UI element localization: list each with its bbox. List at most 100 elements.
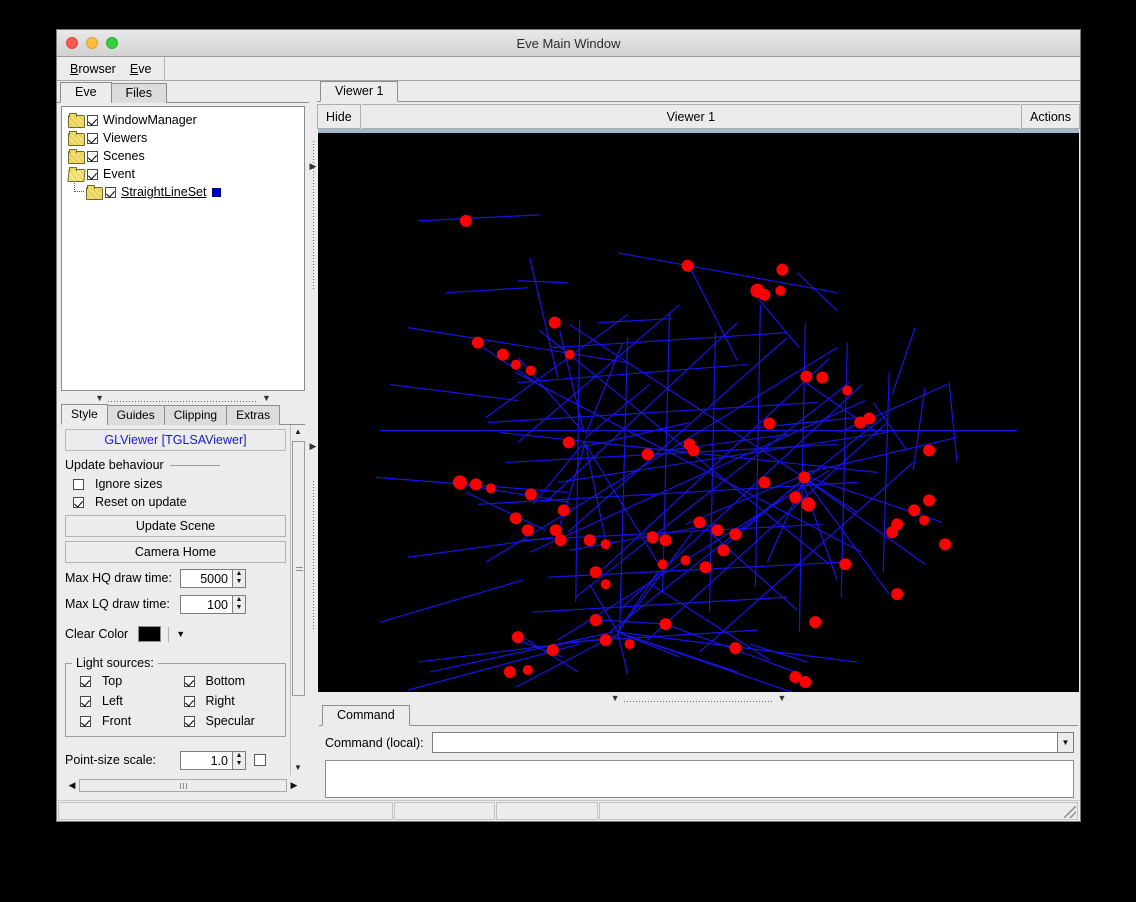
scrollbar-track[interactable] bbox=[292, 439, 305, 761]
close-button-icon[interactable] bbox=[66, 37, 78, 49]
folder-icon bbox=[86, 186, 101, 198]
chevron-down-icon[interactable]: ▼ bbox=[1057, 732, 1074, 753]
tab-style[interactable]: Style bbox=[61, 404, 108, 425]
checkbox-label: Front bbox=[102, 714, 131, 728]
spinner-down-icon[interactable]: ▼ bbox=[233, 760, 245, 769]
checkbox-reset-on-update[interactable]: Reset on update bbox=[73, 493, 286, 511]
tree-item-label: WindowManager bbox=[103, 113, 197, 127]
update-scene-button[interactable]: Update Scene bbox=[65, 515, 286, 537]
command-input[interactable] bbox=[432, 732, 1057, 753]
eve-object-tree[interactable]: WindowManager Viewers Scenes bbox=[61, 106, 305, 391]
checkbox-box[interactable] bbox=[80, 696, 91, 707]
checkbox-light-top[interactable]: Top bbox=[80, 672, 176, 690]
tree-row-scenes[interactable]: Scenes bbox=[68, 147, 304, 165]
spinner-up-icon[interactable]: ▲ bbox=[233, 596, 245, 605]
hide-button[interactable]: Hide bbox=[317, 104, 361, 129]
tree-item-label[interactable]: StraightLineSet bbox=[121, 185, 206, 199]
checkbox-box[interactable] bbox=[184, 716, 195, 727]
group-rule bbox=[170, 465, 220, 466]
menu-eve[interactable]: Eve bbox=[123, 60, 159, 78]
spinner-value[interactable]: 5000 bbox=[180, 569, 232, 588]
tree-row-windowmanager[interactable]: WindowManager bbox=[68, 111, 304, 129]
chevron-down-icon[interactable]: ▼ bbox=[176, 629, 185, 639]
tree-checkbox[interactable] bbox=[87, 151, 98, 162]
tree-row-straightlineset[interactable]: StraightLineSet bbox=[68, 183, 304, 201]
spinner-buttons[interactable]: ▲ ▼ bbox=[232, 569, 246, 588]
main-body: Eve Files WindowManager bbox=[57, 81, 1080, 800]
spinner-up-icon[interactable]: ▲ bbox=[233, 570, 245, 579]
menubar-items: Browser Eve bbox=[57, 57, 165, 80]
gl-viewer-canvas[interactable] bbox=[318, 133, 1079, 692]
scrollbar-thumb-grip bbox=[296, 567, 303, 572]
checkbox-box[interactable] bbox=[80, 716, 91, 727]
spinner-up-icon[interactable]: ▲ bbox=[233, 752, 245, 761]
command-combobox[interactable]: ▼ bbox=[432, 732, 1074, 753]
menu-browser[interactable]: Browser bbox=[63, 60, 123, 78]
minimize-button-icon[interactable] bbox=[86, 37, 98, 49]
scrollbar-thumb[interactable] bbox=[292, 441, 305, 696]
horizontal-splitter-left[interactable]: ▼ ▼ bbox=[61, 392, 305, 404]
spinner-buttons[interactable]: ▲ ▼ bbox=[232, 751, 246, 770]
spinner-value[interactable]: 100 bbox=[180, 595, 232, 614]
spinner-down-icon[interactable]: ▼ bbox=[233, 578, 245, 587]
tree-row-event[interactable]: Event bbox=[68, 165, 304, 183]
checkbox-box[interactable] bbox=[73, 497, 84, 508]
field-point-size-scale: Point-size scale: 1.0 ▲ ▼ bbox=[65, 749, 286, 771]
status-cell-3 bbox=[496, 802, 598, 820]
field-max-hq-draw-time: Max HQ draw time: 5000 ▲ ▼ bbox=[65, 567, 286, 589]
checkbox-point-size-override[interactable] bbox=[254, 754, 266, 766]
actions-button[interactable]: Actions bbox=[1021, 104, 1080, 129]
menubar-empty-area bbox=[165, 57, 1080, 80]
checkbox-light-specular[interactable]: Specular bbox=[184, 712, 280, 730]
scroll-down-arrow-icon[interactable]: ▼ bbox=[294, 761, 302, 775]
spinner-max-hq[interactable]: 5000 ▲ ▼ bbox=[180, 569, 246, 588]
spinner-max-lq[interactable]: 100 ▲ ▼ bbox=[180, 595, 246, 614]
tree-checkbox[interactable] bbox=[105, 187, 116, 198]
clear-color-swatch[interactable] bbox=[138, 626, 161, 642]
horizontal-splitter-viewer[interactable]: ▼ ▼ bbox=[317, 692, 1080, 704]
tab-extras[interactable]: Extras bbox=[226, 405, 280, 425]
checkbox-ignore-sizes[interactable]: Ignore sizes bbox=[73, 475, 286, 493]
spinner-buttons[interactable]: ▲ ▼ bbox=[232, 595, 246, 614]
camera-home-button[interactable]: Camera Home bbox=[65, 541, 286, 563]
spinner-down-icon[interactable]: ▼ bbox=[233, 604, 245, 613]
window-titlebar[interactable]: Eve Main Window bbox=[57, 30, 1080, 57]
tree-checkbox[interactable] bbox=[87, 115, 98, 126]
desktop-background: Eve Main Window Browser Eve Eve Files bbox=[0, 0, 1136, 902]
tree-checkbox[interactable] bbox=[87, 133, 98, 144]
scrollbar-track-horizontal[interactable] bbox=[79, 779, 287, 792]
checkbox-box[interactable] bbox=[80, 676, 91, 687]
scroll-right-arrow-icon[interactable]: ▶ bbox=[287, 780, 301, 791]
style-panel-horizontal-scrollbar[interactable]: ◀ ▶ bbox=[65, 777, 301, 793]
tree-checkbox[interactable] bbox=[87, 169, 98, 180]
command-output-area[interactable] bbox=[325, 760, 1074, 798]
checkbox-box[interactable] bbox=[184, 696, 195, 707]
eve-main-window: Eve Main Window Browser Eve Eve Files bbox=[56, 29, 1081, 822]
checkbox-light-bottom[interactable]: Bottom bbox=[184, 672, 280, 690]
light-sources-legend: Light sources: bbox=[72, 656, 158, 670]
object-color-chip[interactable] bbox=[212, 188, 221, 197]
checkbox-box[interactable] bbox=[73, 479, 84, 490]
spinner-value[interactable]: 1.0 bbox=[180, 751, 232, 770]
scroll-left-arrow-icon[interactable]: ◀ bbox=[65, 780, 79, 791]
vertical-dock-splitter[interactable]: ▶ ▶ bbox=[309, 81, 317, 800]
style-panel-vertical-scrollbar[interactable]: ▲ ▼ bbox=[290, 425, 305, 775]
tab-viewer-1[interactable]: Viewer 1 bbox=[320, 81, 398, 102]
checkbox-box[interactable] bbox=[184, 676, 195, 687]
spinner-point-size[interactable]: 1.0 ▲ ▼ bbox=[180, 751, 246, 770]
checkbox-light-right[interactable]: Right bbox=[184, 692, 280, 710]
tab-clipping[interactable]: Clipping bbox=[164, 405, 227, 425]
glviewer-header-button[interactable]: GLViewer [TGLSAViewer] bbox=[65, 429, 286, 451]
zoom-button-icon[interactable] bbox=[106, 37, 118, 49]
tab-guides[interactable]: Guides bbox=[107, 405, 165, 425]
resize-grip-icon[interactable] bbox=[1064, 806, 1076, 818]
update-behaviour-group-label: Update behaviour bbox=[65, 458, 286, 472]
field-label: Max HQ draw time: bbox=[65, 571, 180, 585]
checkbox-light-front[interactable]: Front bbox=[80, 712, 176, 730]
tree-row-viewers[interactable]: Viewers bbox=[68, 129, 304, 147]
tab-eve[interactable]: Eve bbox=[60, 82, 112, 103]
scroll-up-arrow-icon[interactable]: ▲ bbox=[294, 425, 302, 439]
checkbox-light-left[interactable]: Left bbox=[80, 692, 176, 710]
tab-files[interactable]: Files bbox=[111, 83, 167, 103]
tab-command[interactable]: Command bbox=[322, 705, 410, 726]
